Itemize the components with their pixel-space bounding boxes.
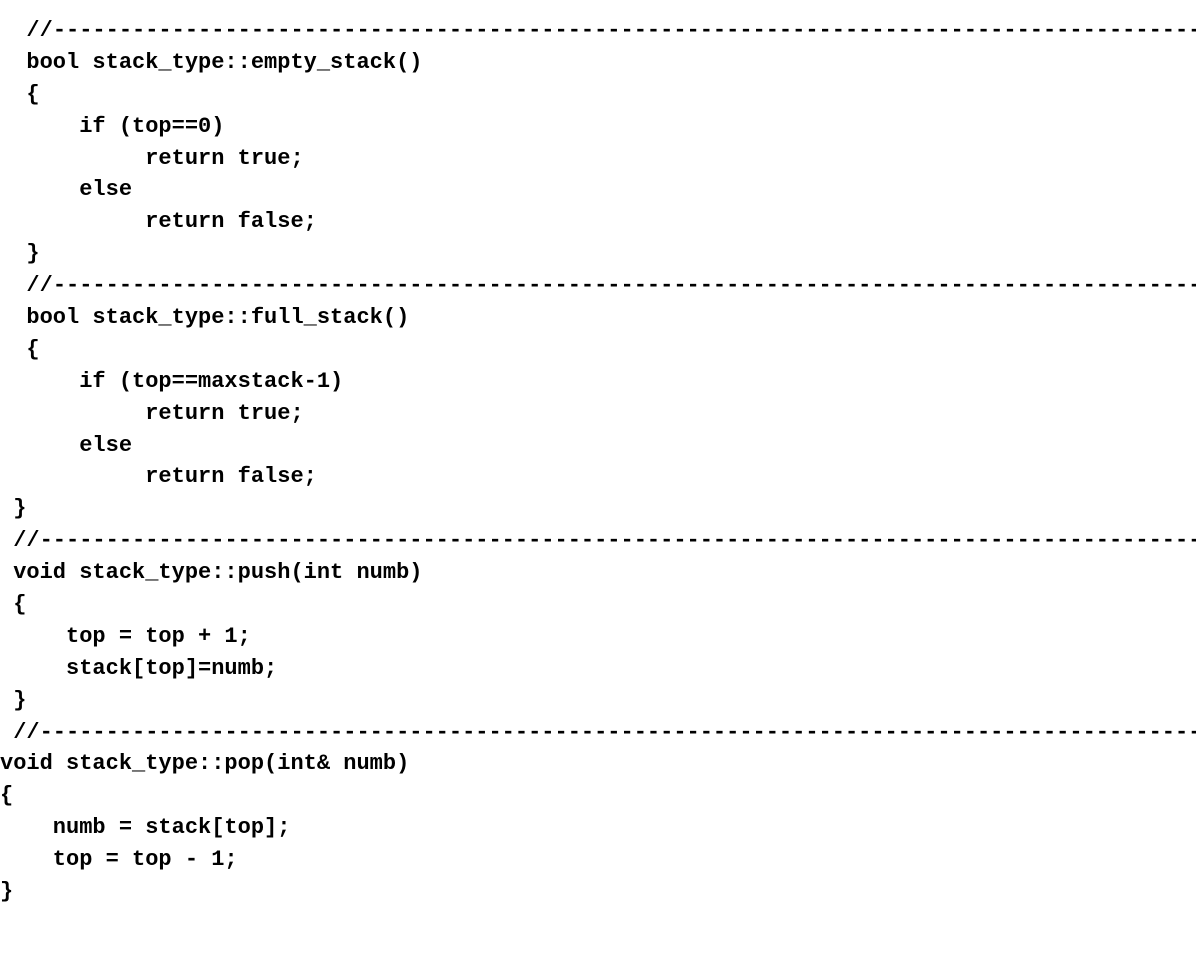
code-line: return true;	[0, 401, 304, 426]
code-line: else	[0, 177, 132, 202]
brace-open: {	[0, 82, 40, 107]
code-page: //--------------------------------------…	[0, 15, 1196, 908]
code-line: numb = stack[top];	[0, 815, 290, 840]
code-line: top = top + 1;	[0, 624, 251, 649]
code-line: if (top==0)	[0, 114, 224, 139]
fn-empty-signature: bool stack_type::empty_stack()	[0, 50, 422, 75]
brace-open: {	[0, 592, 26, 617]
code-line: if (top==maxstack-1)	[0, 369, 343, 394]
brace-close: }	[0, 496, 26, 521]
code-line: return false;	[0, 464, 317, 489]
code-line: return false;	[0, 209, 317, 234]
brace-close: }	[0, 688, 26, 713]
code-line: return true;	[0, 146, 304, 171]
separator-comment: //--------------------------------------…	[0, 720, 1196, 745]
brace-close: }	[0, 879, 13, 904]
brace-close: }	[0, 241, 40, 266]
code-line: else	[0, 433, 132, 458]
brace-open: {	[0, 783, 13, 808]
code-line: stack[top]=numb;	[0, 656, 277, 681]
fn-full-signature: bool stack_type::full_stack()	[0, 305, 409, 330]
code-block: //--------------------------------------…	[0, 15, 1196, 908]
brace-open: {	[0, 337, 40, 362]
separator-comment: //--------------------------------------…	[0, 273, 1196, 298]
fn-push-signature: void stack_type::push(int numb)	[0, 560, 422, 585]
separator-comment: //--------------------------------------…	[0, 528, 1196, 553]
separator-comment: //--------------------------------------…	[0, 18, 1196, 43]
fn-pop-signature: void stack_type::pop(int& numb)	[0, 751, 409, 776]
code-line: top = top - 1;	[0, 847, 238, 872]
